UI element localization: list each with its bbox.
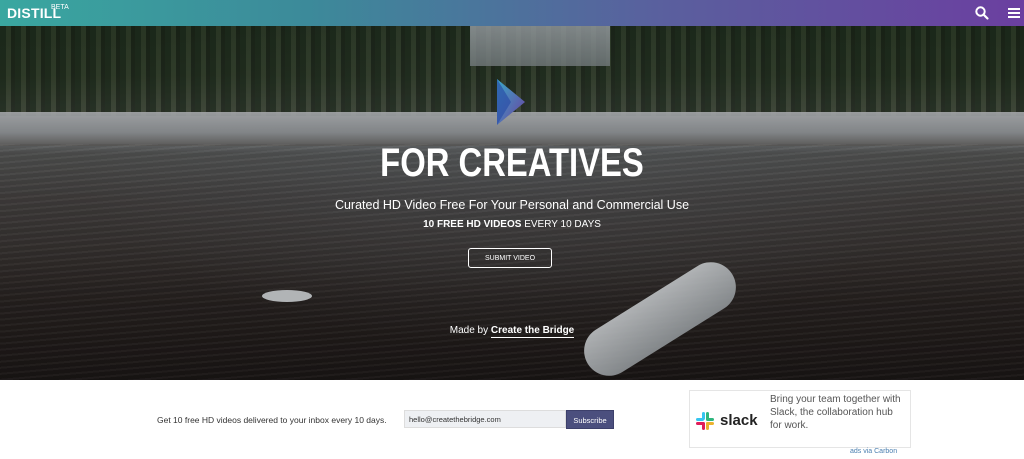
subscribe-button[interactable]: Subscribe	[566, 410, 614, 429]
beta-badge: BETA	[51, 4, 69, 11]
hero-tagline-bold: 10 FREE HD VIDEOS	[423, 219, 522, 230]
search-icon[interactable]	[974, 5, 990, 21]
ads-via-carbon-link[interactable]: ads via Carbon	[850, 448, 897, 455]
slack-wordmark: slack	[720, 412, 758, 429]
hamburger-menu-icon[interactable]	[1007, 6, 1021, 20]
email-input[interactable]	[404, 410, 566, 428]
hero-subtitle: Curated HD Video Free For Your Personal …	[334, 198, 690, 212]
slack-logo: slack	[696, 412, 758, 430]
distill-play-logo-icon	[497, 79, 525, 125]
carbon-ad[interactable]: slack Bring your team together with Slac…	[689, 390, 911, 448]
hero-tagline: 10 FREE HD VIDEOS EVERY 10 DAYS	[0, 219, 1024, 230]
newsletter-section: Get 10 free HD videos delivered to your …	[0, 380, 1024, 459]
made-by-credit: Made by Create the Bridge	[0, 325, 1024, 338]
hero-section: FOR CREATIVES Curated HD Video Free For …	[0, 26, 1024, 380]
hero-tagline-rest: EVERY 10 DAYS	[521, 219, 601, 230]
ad-text: Bring your team together with Slack, the…	[770, 394, 901, 431]
newsletter-text: Get 10 free HD videos delivered to your …	[157, 415, 387, 425]
create-the-bridge-link[interactable]: Create the Bridge	[490, 325, 575, 338]
made-by-prefix: Made by	[449, 325, 491, 336]
top-nav-bar: DISTILL BETA	[0, 0, 1024, 26]
submit-video-button[interactable]: SUBMIT VIDEO	[468, 248, 552, 268]
slack-icon	[696, 412, 714, 430]
hero-title: FOR CREATIVES	[380, 141, 644, 185]
